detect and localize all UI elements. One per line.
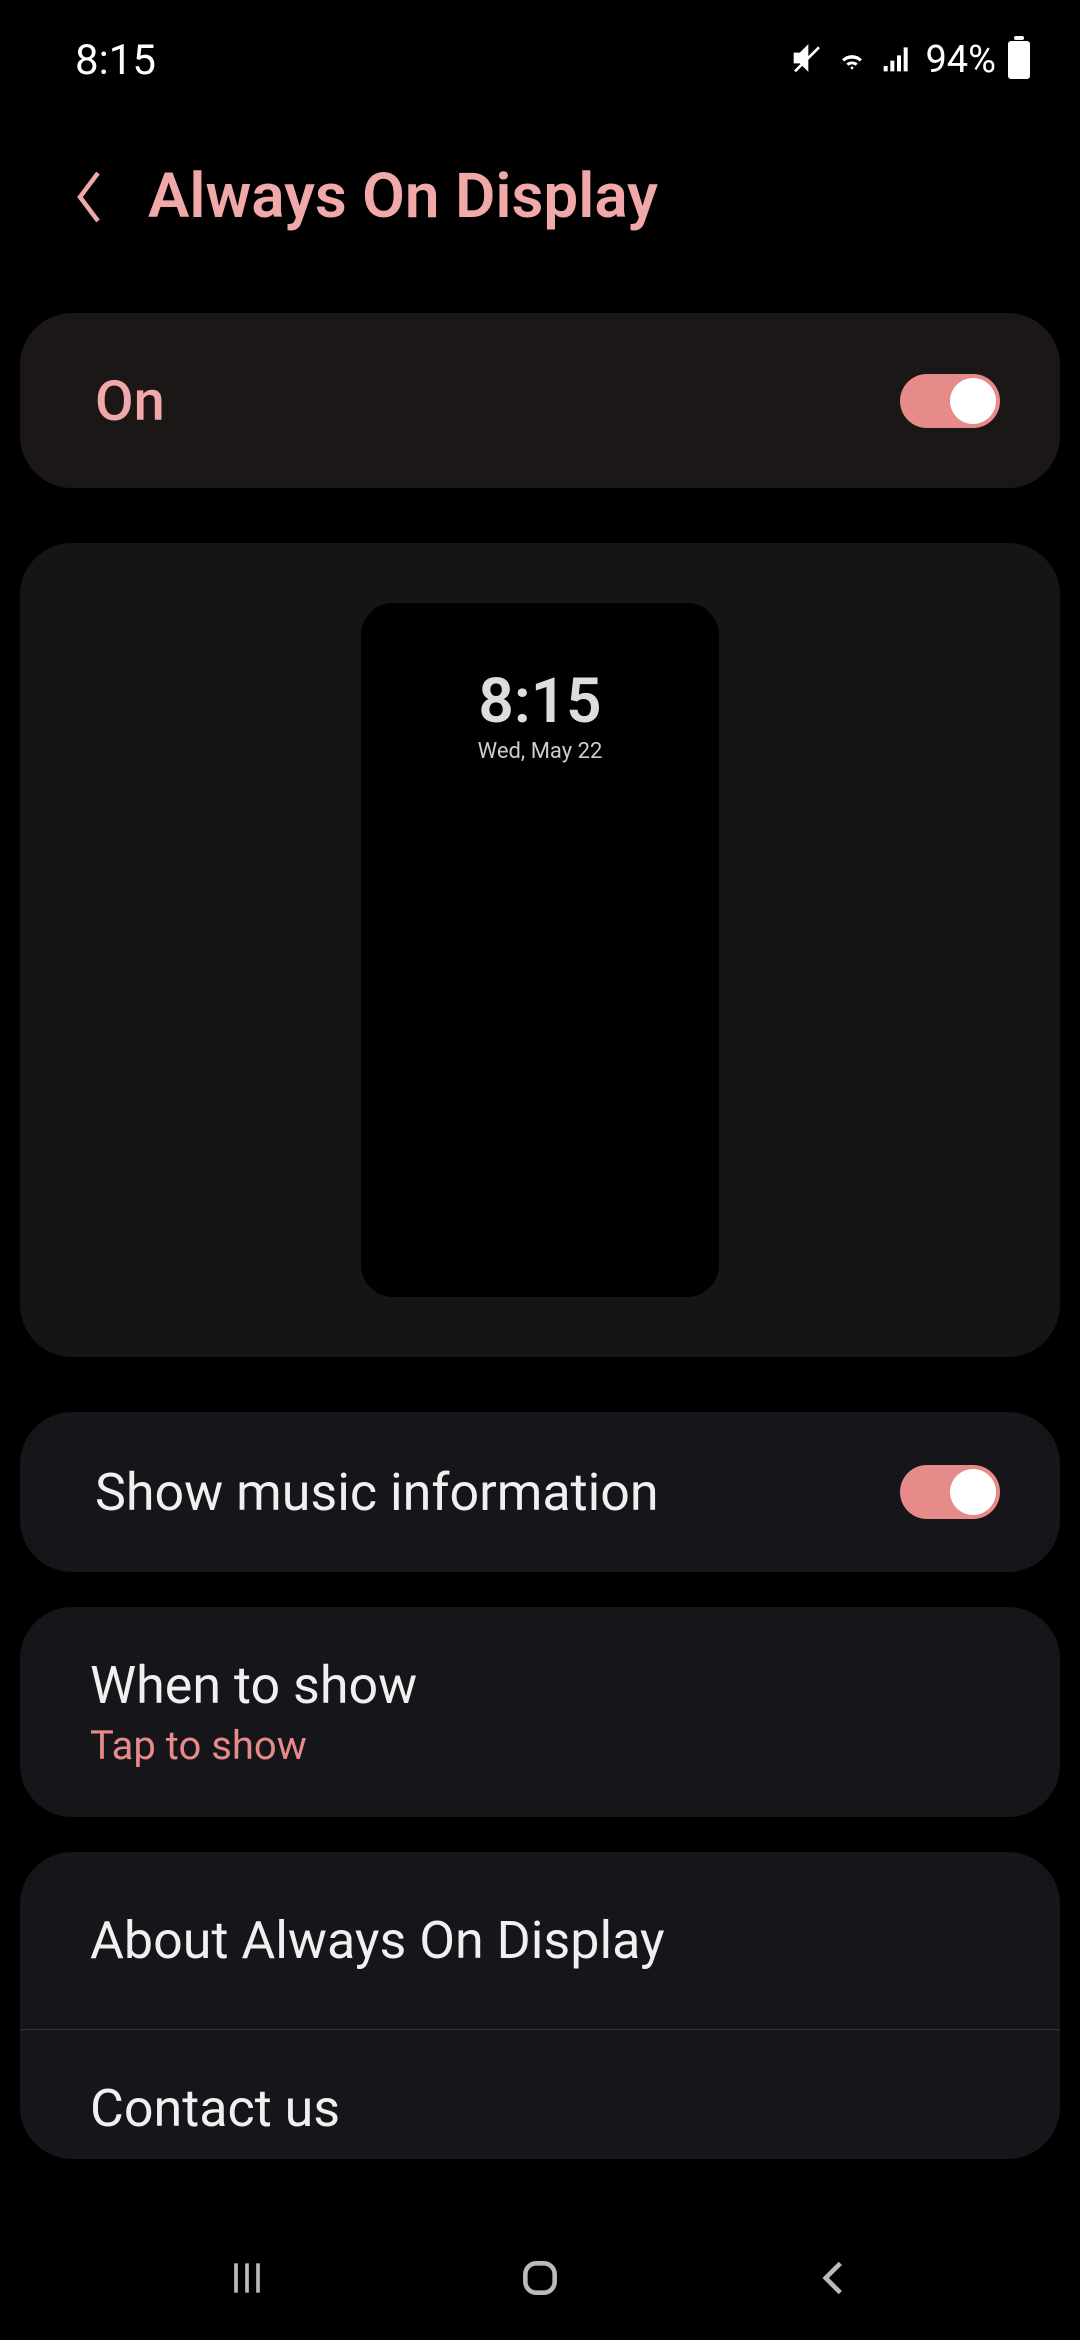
when-to-show-setting[interactable]: When to show Tap to show (20, 1607, 1060, 1817)
home-button[interactable] (500, 2248, 580, 2308)
phone-preview: 8:15 Wed, May 22 (361, 603, 719, 1297)
mute-icon (791, 42, 823, 78)
music-info-label: Show music information (95, 1462, 659, 1523)
toggle-knob (950, 1469, 996, 1515)
page-title: Always On Display (148, 160, 658, 233)
back-button[interactable] (70, 167, 108, 227)
about-aod-label: About Always On Display (90, 1910, 990, 1971)
on-label: On (95, 368, 165, 434)
signal-icon (881, 42, 913, 78)
music-info-toggle[interactable] (900, 1465, 1000, 1519)
page-header: Always On Display (0, 100, 1080, 293)
about-aod-item[interactable]: About Always On Display (20, 1852, 1060, 2030)
toggle-knob (950, 378, 996, 424)
main-toggle-card[interactable]: On (20, 313, 1060, 488)
navigation-bar (0, 2215, 1080, 2340)
status-indicators: 94% (791, 38, 1030, 82)
when-to-show-value: Tap to show (90, 1722, 990, 1769)
music-info-setting[interactable]: Show music information (20, 1412, 1060, 1572)
contact-us-item[interactable]: Contact us (20, 2030, 1060, 2159)
wifi-icon (835, 41, 869, 79)
status-time: 8:15 (75, 36, 156, 85)
main-toggle-switch[interactable] (900, 374, 1000, 428)
battery-percent: 94% (925, 38, 996, 82)
recents-button[interactable] (207, 2248, 287, 2308)
preview-date: Wed, May 22 (361, 739, 719, 764)
preview-card: 8:15 Wed, May 22 (20, 543, 1060, 1357)
status-bar: 8:15 94% (0, 0, 1080, 100)
when-to-show-label: When to show (90, 1655, 990, 1716)
preview-time: 8:15 (361, 671, 719, 733)
back-nav-button[interactable] (793, 2248, 873, 2308)
battery-icon (1008, 41, 1030, 79)
about-section: About Always On Display Contact us (20, 1852, 1060, 2159)
contact-us-label: Contact us (90, 2078, 990, 2139)
